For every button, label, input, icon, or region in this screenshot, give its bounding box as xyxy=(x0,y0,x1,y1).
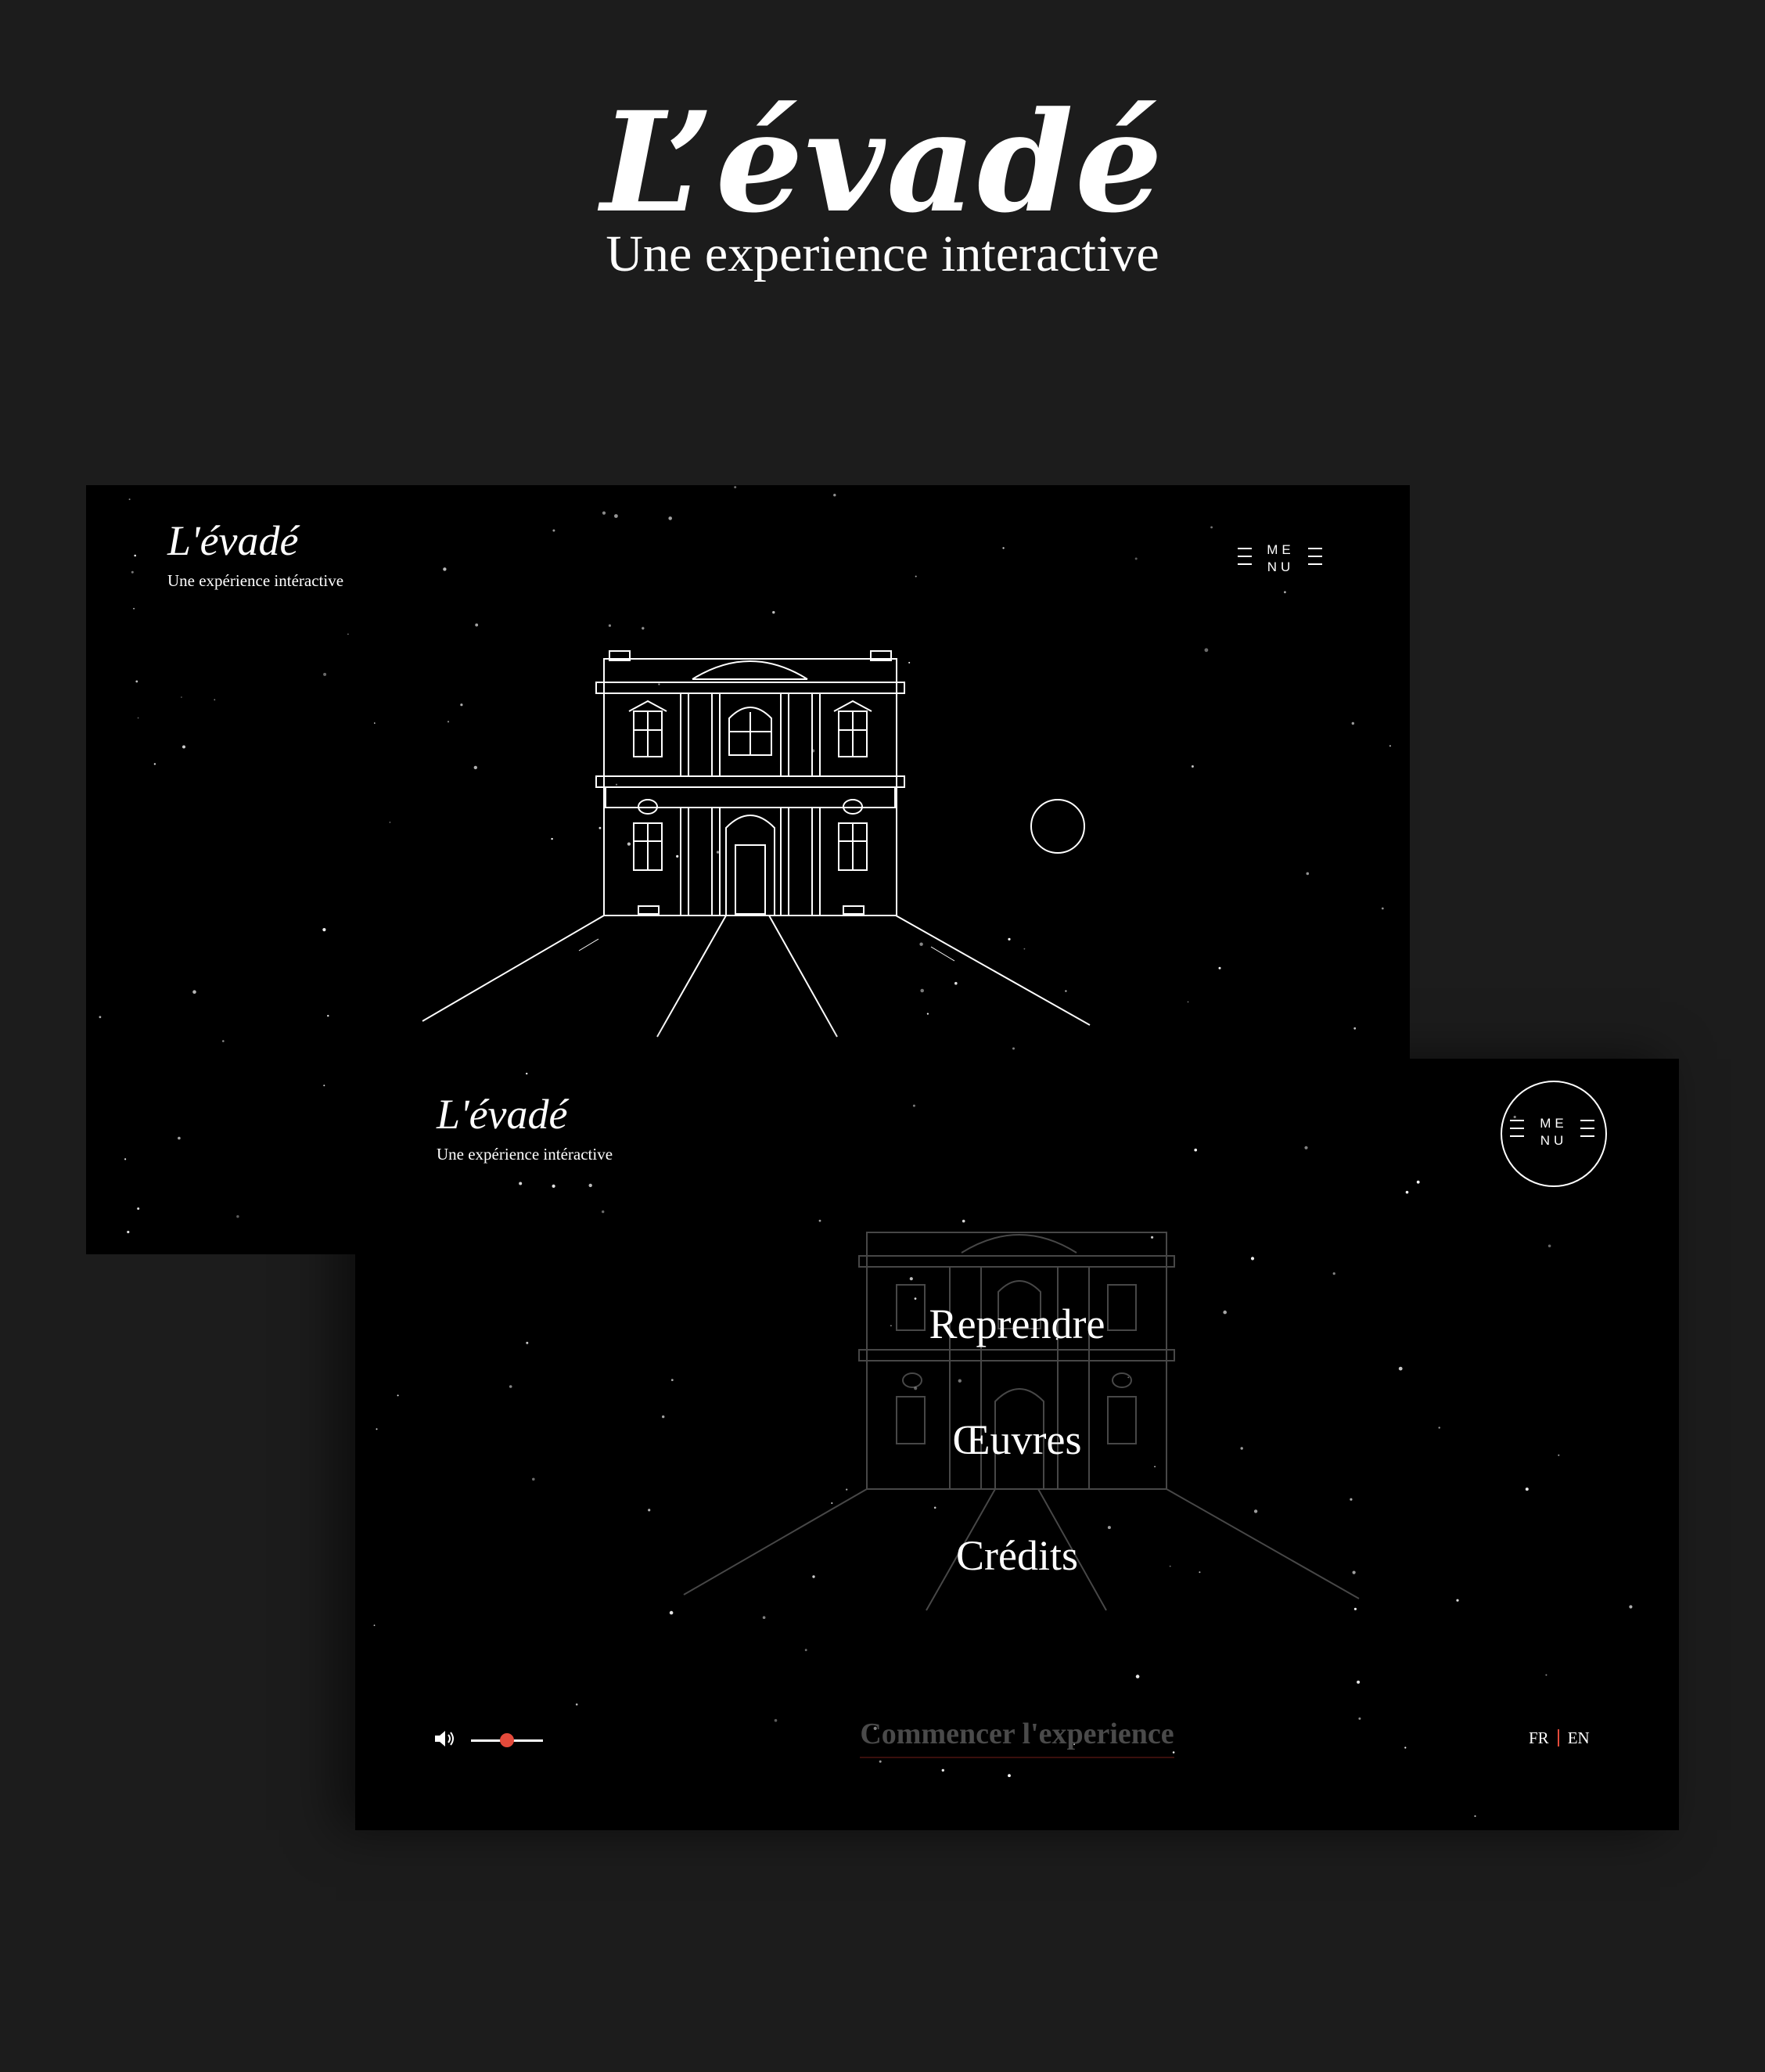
menu-button[interactable]: ME NU xyxy=(1238,541,1325,579)
start-experience-button[interactable]: Commencer l'experience xyxy=(355,1719,1679,1758)
menu-item-oeuvres[interactable]: Œuvres xyxy=(355,1419,1679,1534)
menu-label-top: ME xyxy=(1540,1116,1568,1131)
lang-separator xyxy=(1557,1729,1559,1746)
menu-icon xyxy=(1510,1120,1524,1143)
menu-item-credits[interactable]: Crédits xyxy=(355,1534,1679,1650)
logo-title[interactable]: L'évadé xyxy=(167,520,298,562)
menu-icon-right xyxy=(1580,1120,1594,1143)
menu-item-reprendre[interactable]: Reprendre xyxy=(355,1303,1679,1419)
start-experience-label: Commencer l'experience xyxy=(860,1719,1174,1758)
menu-label-top: ME xyxy=(1267,542,1295,557)
logo-title[interactable]: L'évadé xyxy=(437,1093,567,1135)
logo-subtitle: Une expérience intéractive xyxy=(437,1145,613,1164)
logo-subtitle: Une expérience intéractive xyxy=(167,571,344,590)
hero-subtitle: Une experience interactive xyxy=(606,225,1159,282)
menu-icon xyxy=(1238,548,1252,571)
lang-en[interactable]: EN xyxy=(1568,1728,1590,1747)
main-menu: Reprendre Œuvres Crédits xyxy=(355,1303,1679,1650)
moon-icon xyxy=(1030,799,1085,854)
lang-fr[interactable]: FR xyxy=(1529,1728,1549,1747)
screen-menu-open: L'évadé Une expérience intéractive ME NU… xyxy=(355,1059,1679,1830)
hero-title: L’évadé xyxy=(600,81,1165,243)
menu-label-bottom: NU xyxy=(1540,1133,1568,1148)
menu-label-bottom: NU xyxy=(1267,559,1295,574)
menu-close-button[interactable]: ME NU xyxy=(1501,1081,1607,1187)
language-switcher: FR EN xyxy=(1529,1729,1590,1746)
menu-icon-right xyxy=(1308,548,1322,571)
